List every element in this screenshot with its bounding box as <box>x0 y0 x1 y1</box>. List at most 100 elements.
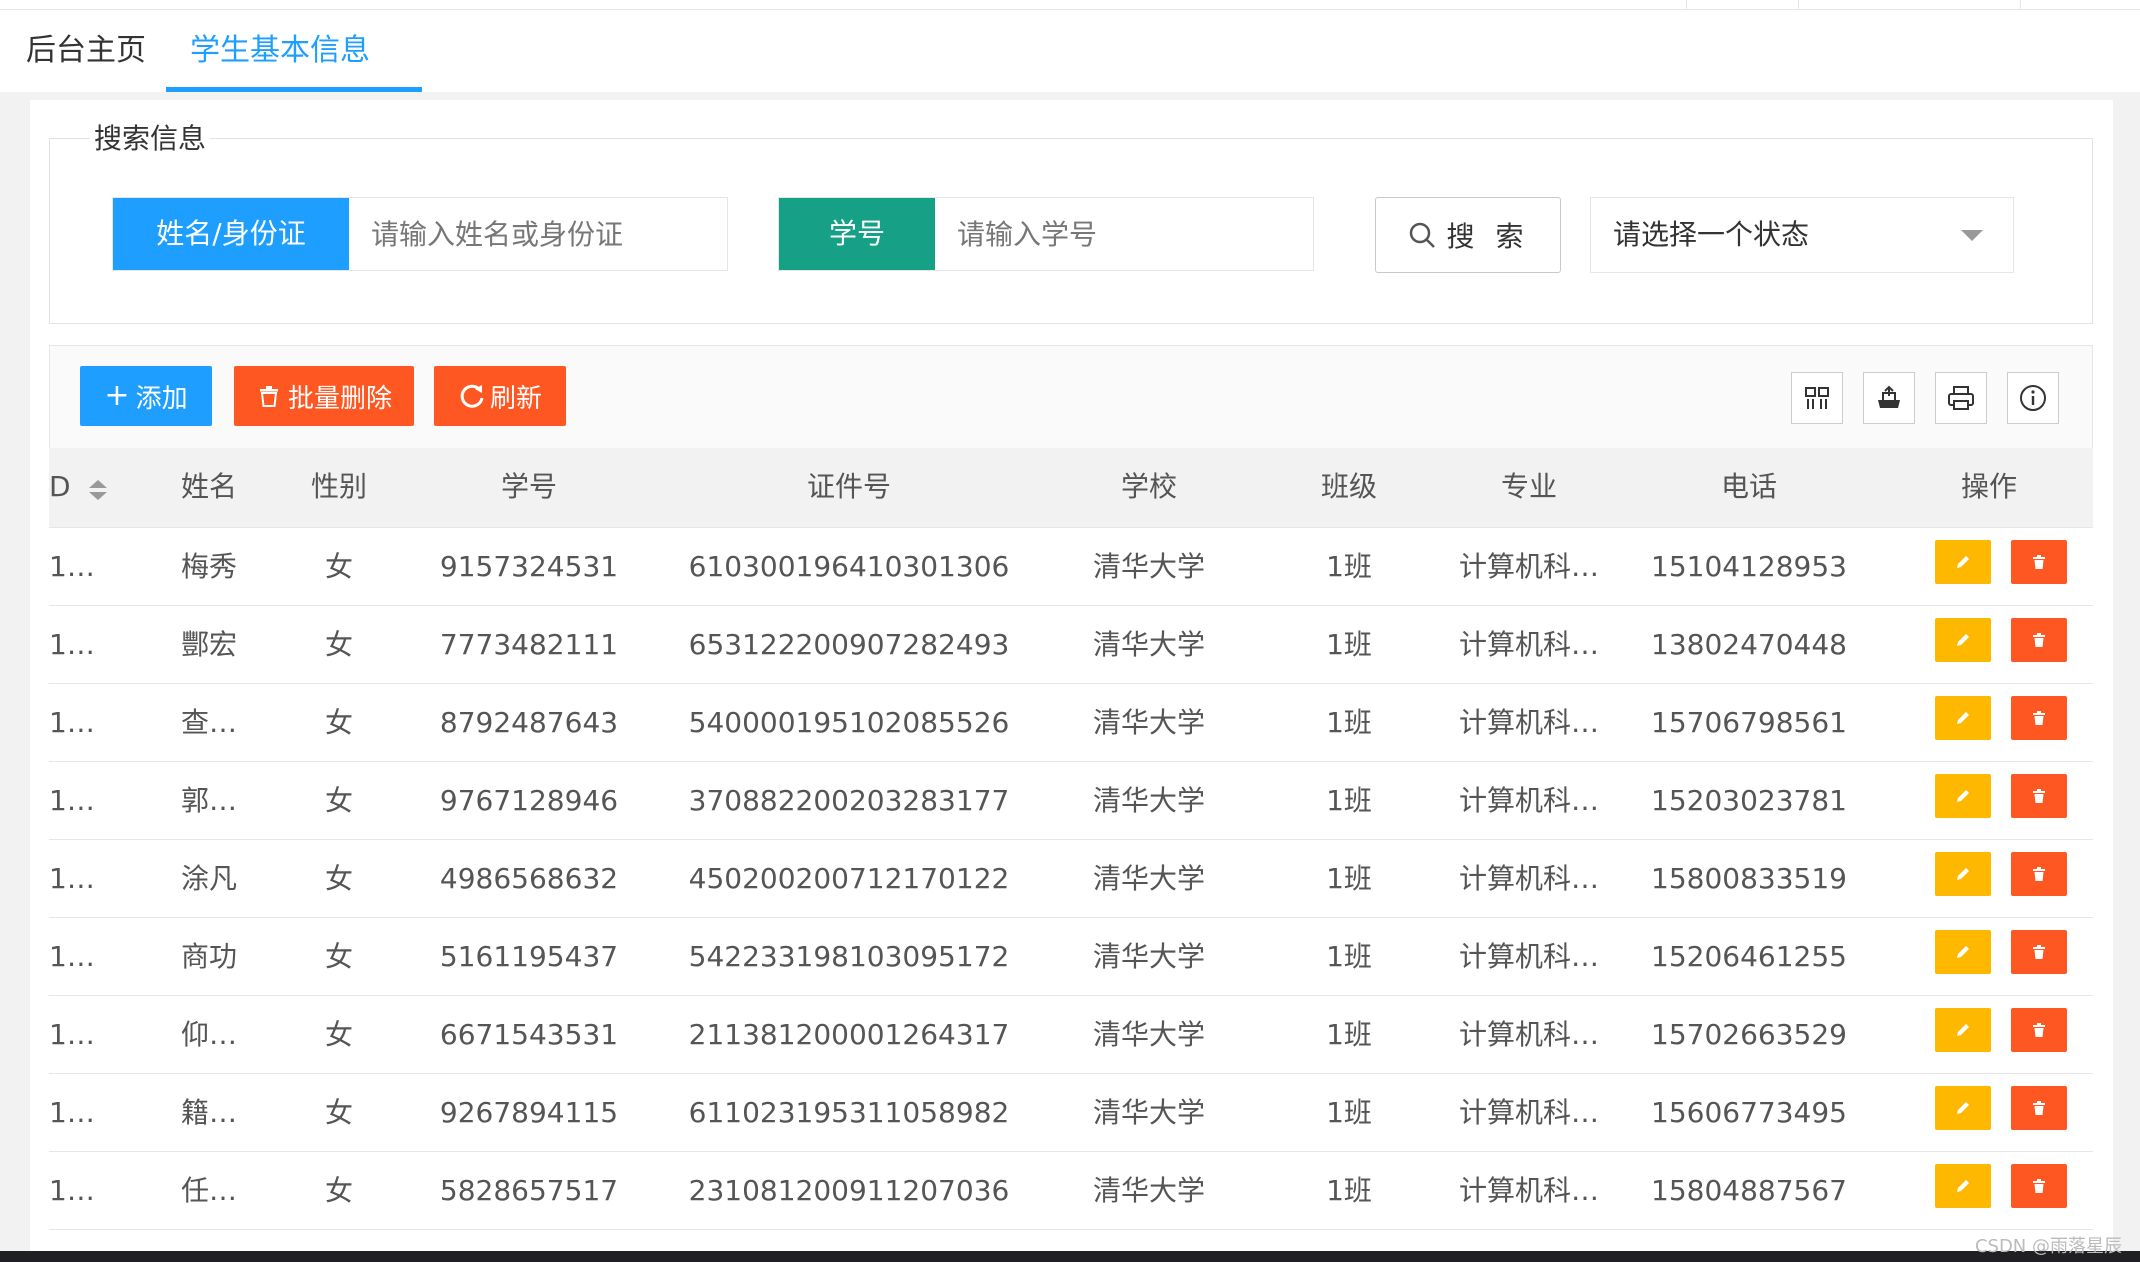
top-strip-divider <box>1798 0 1799 10</box>
bottom-bar <box>0 1251 2140 1262</box>
cell-idcard: 370882200203283177 <box>688 784 1010 817</box>
sno-search-group: 学号 <box>778 197 1314 271</box>
refresh-button[interactable]: 刷新 <box>434 366 566 426</box>
cell-school: 清华大学 <box>1092 784 1205 817</box>
chevron-down-icon <box>1961 230 1983 241</box>
cell-class: 1班 <box>1326 628 1372 661</box>
sno-search-label: 学号 <box>779 198 935 270</box>
delete-button[interactable] <box>2011 540 2067 584</box>
search-icon <box>1409 222 1435 248</box>
table-row[interactable]: 1… 酆宏 女 7773482111 653122200907282493 清华大学 1班 计… <box>49 606 2093 684</box>
cell-school: 清华大学 <box>1092 862 1205 895</box>
edit-button[interactable] <box>1935 696 1991 740</box>
column-header-sno: 学号 <box>500 470 557 503</box>
edit-button[interactable] <box>1935 930 1991 974</box>
edit-button[interactable] <box>1935 852 1991 896</box>
status-select-value: 请选择一个状态 <box>1613 218 1810 251</box>
pencil-icon <box>1957 946 1969 958</box>
cell-major: 计算机科… <box>1458 1174 1599 1207</box>
pencil-icon <box>1957 868 1969 880</box>
cell-gender: 女 <box>324 1018 353 1051</box>
cell-sno: 9267894115 <box>439 1096 619 1129</box>
trash-icon <box>2033 1023 2045 1037</box>
cell-gender: 女 <box>324 940 353 973</box>
name-search-input[interactable] <box>349 198 727 270</box>
add-button[interactable]: + 添加 <box>80 366 212 426</box>
column-header-name: 姓名 <box>180 470 237 503</box>
cell-sno: 9767128946 <box>439 784 619 817</box>
delete-button[interactable] <box>2011 852 2067 896</box>
cell-sno: 7773482111 <box>439 628 619 661</box>
pencil-icon <box>1957 790 1969 802</box>
trash-icon <box>2033 1179 2045 1193</box>
delete-button[interactable] <box>2011 774 2067 818</box>
cell-class: 1班 <box>1326 550 1372 583</box>
cell-phone: 15104128953 <box>1651 550 1847 583</box>
cell-class: 1班 <box>1326 1018 1372 1051</box>
table-row[interactable]: 1… 郭… 女 9767128946 370882200203283177 清华大学 1班 计… <box>49 762 2093 840</box>
search-button[interactable]: 搜 索 <box>1375 197 1561 273</box>
cell-gender: 女 <box>324 862 353 895</box>
cell-major: 计算机科… <box>1458 706 1599 739</box>
info-icon[interactable] <box>2007 372 2059 424</box>
cell-major: 计算机科… <box>1458 550 1599 583</box>
column-header-idcard: 证件号 <box>806 470 891 503</box>
edit-button[interactable] <box>1935 1008 1991 1052</box>
cell-phone: 15706798561 <box>1651 706 1847 739</box>
sort-asc-icon[interactable] <box>89 480 107 488</box>
trash-icon <box>2033 867 2045 881</box>
delete-button[interactable] <box>2011 930 2067 974</box>
cell-school: 清华大学 <box>1092 706 1205 739</box>
edit-button[interactable] <box>1935 1086 1991 1130</box>
cell-phone: 15804887567 <box>1651 1174 1847 1207</box>
table-row[interactable]: 1… 籍… 女 9267894115 611023195311058982 清华大学 1班 计… <box>49 1074 2093 1152</box>
delete-button[interactable] <box>2011 618 2067 662</box>
edit-button[interactable] <box>1935 540 1991 584</box>
trash-icon <box>2033 945 2045 959</box>
edit-button[interactable] <box>1935 774 1991 818</box>
cell-idcard: 542233198103095172 <box>688 940 1010 973</box>
sort-desc-icon[interactable] <box>89 492 107 500</box>
tab-home-label: 后台主页 <box>26 33 146 68</box>
table-row[interactable]: 1… 梅秀 女 9157324531 610300196410301306 清华大学 1班 计… <box>49 528 2093 606</box>
table-row[interactable]: 1… 任… 女 5828657517 231081200911207036 清华大学 1班 计… <box>49 1152 2093 1230</box>
cell-sno: 6671543531 <box>439 1018 619 1051</box>
batch-delete-button[interactable]: 批量删除 <box>234 366 414 426</box>
table-row[interactable]: 1… 仰… 女 6671543531 211381200001264317 清华大学 1班 计… <box>49 996 2093 1074</box>
edit-button[interactable] <box>1935 618 1991 662</box>
table-row[interactable]: 1… 涂凡 女 4986568632 450200200712170122 清华大学 1班 计… <box>49 840 2093 918</box>
columns-icon[interactable] <box>1791 372 1843 424</box>
trash-icon <box>2033 789 2045 803</box>
cell-name: 籍… <box>180 1096 237 1129</box>
column-header-phone: 电话 <box>1720 470 1777 503</box>
refresh-label: 刷新 <box>489 383 542 414</box>
cell-idcard: 653122200907282493 <box>688 628 1010 661</box>
delete-button[interactable] <box>2011 1164 2067 1208</box>
cell-id: 1… <box>49 550 95 583</box>
table-toolbar: + 添加 批量删除 刷新 <box>49 345 2093 449</box>
cell-class: 1班 <box>1326 1174 1372 1207</box>
cell-idcard: 231081200911207036 <box>688 1174 1010 1207</box>
table-header: D 姓名 性别 学号 证件号 学校 班级 专业 电话 操作 <box>49 448 2093 528</box>
delete-button[interactable] <box>2011 696 2067 740</box>
status-select[interactable]: 请选择一个状态 <box>1590 197 2014 273</box>
table-row[interactable]: 1… 查… 女 8792487643 540000195102085526 清华大学 1班 计… <box>49 684 2093 762</box>
sno-search-input[interactable] <box>935 198 1313 270</box>
delete-button[interactable] <box>2011 1008 2067 1052</box>
tab-student-info[interactable]: 学生基本信息✕ <box>166 10 422 153</box>
print-icon[interactable] <box>1935 372 1987 424</box>
pencil-icon <box>1957 1180 1969 1192</box>
delete-button[interactable] <box>2011 1086 2067 1130</box>
cell-phone: 13802470448 <box>1651 628 1847 661</box>
cell-name: 仰… <box>180 1018 237 1051</box>
export-icon[interactable] <box>1863 372 1915 424</box>
cell-name: 郭… <box>180 784 237 817</box>
cell-sno: 9157324531 <box>439 550 619 583</box>
cell-class: 1班 <box>1326 940 1372 973</box>
table-row[interactable]: 1… 商功 女 5161195437 542233198103095172 清华大学 1班 计… <box>49 918 2093 996</box>
edit-button[interactable] <box>1935 1164 1991 1208</box>
tab-home[interactable]: 后台主页 <box>2 10 170 92</box>
column-header-actions: 操作 <box>1960 470 2017 503</box>
cell-id: 1… <box>49 940 95 973</box>
cell-phone: 15203023781 <box>1651 784 1847 817</box>
